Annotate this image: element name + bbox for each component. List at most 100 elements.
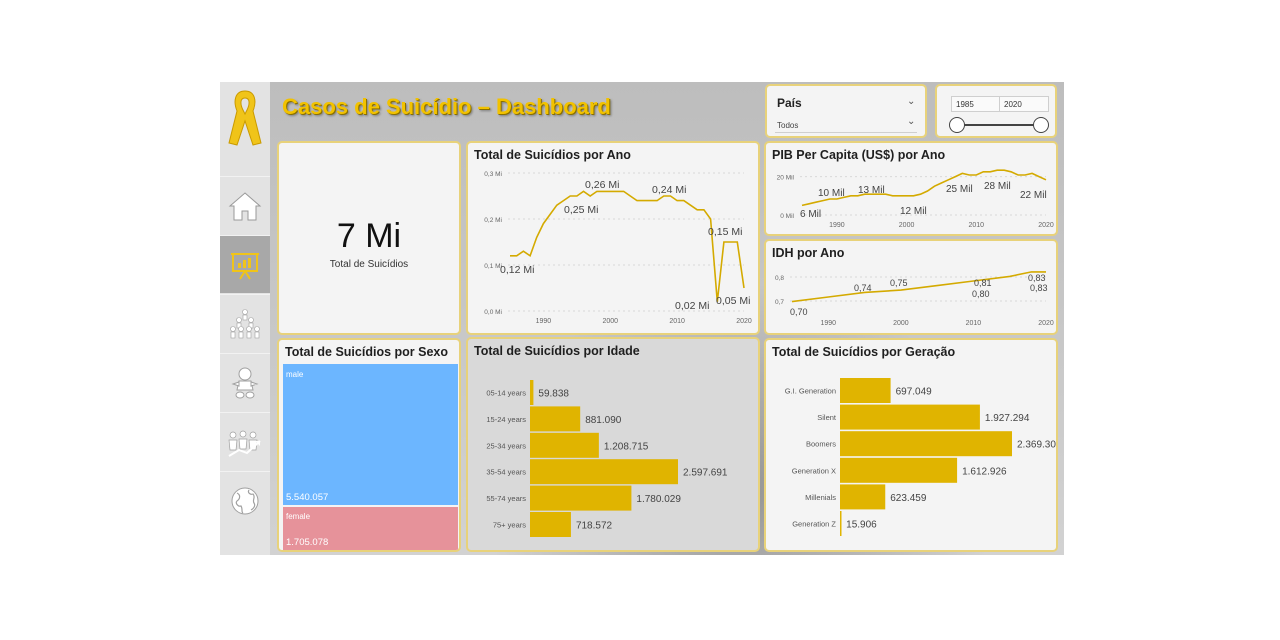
presentation-chart-icon bbox=[231, 252, 259, 280]
treemap-value: 5.540.057 bbox=[286, 492, 329, 503]
bar-chart-age: 05-14 years 59.838 15-24 years 881.090 25-34… bbox=[486, 380, 728, 537]
year-from-input[interactable]: 1985 bbox=[951, 96, 1001, 112]
category-label: 75+ years bbox=[493, 521, 526, 530]
category-label: Generation X bbox=[792, 466, 836, 475]
data-label: 0,81 bbox=[974, 278, 992, 288]
home-icon bbox=[228, 191, 262, 220]
kpi-total-card: 7 Mi Total de Suicídios bbox=[277, 141, 461, 335]
x-tick-label: 2010 bbox=[968, 222, 984, 229]
data-label: 25 Mil bbox=[946, 184, 973, 195]
bar bbox=[530, 432, 599, 458]
category-label: Millenials bbox=[805, 493, 836, 502]
data-label: 0,05 Mi bbox=[716, 295, 750, 307]
x-tick-label: 2010 bbox=[966, 320, 982, 327]
x-tick-label: 2010 bbox=[669, 318, 685, 325]
chart-suicides-by-sex: Total de Suicídios por Sexo male 5.540.0… bbox=[277, 338, 461, 552]
bar bbox=[530, 485, 632, 511]
baby-icon bbox=[231, 367, 259, 398]
country-slicer[interactable]: País ⌄ Todos ⌄ bbox=[765, 84, 927, 138]
population-icon bbox=[230, 308, 260, 338]
y-tick-label: 0,2 Mi bbox=[484, 217, 502, 224]
people-growth-icon bbox=[228, 430, 261, 457]
data-label: 0,83 bbox=[1030, 283, 1048, 293]
bar bbox=[530, 512, 571, 537]
x-tick-label: 2020 bbox=[1038, 222, 1054, 229]
bar bbox=[840, 484, 886, 510]
category-label: Boomers bbox=[806, 440, 836, 449]
year-to-input[interactable]: 2020 bbox=[999, 96, 1049, 112]
bar bbox=[840, 511, 842, 536]
value-label: 718.572 bbox=[576, 521, 613, 532]
country-slicer-value[interactable]: Todos bbox=[777, 121, 798, 130]
dashboard-window: Casos de Suicídio – Dashboard País ⌄ Tod… bbox=[220, 82, 1064, 555]
y-tick-label: 0 Mil bbox=[780, 213, 794, 220]
value-label: 881.090 bbox=[585, 415, 622, 426]
category-label: 15-24 years bbox=[486, 415, 526, 424]
slider-handle-start[interactable] bbox=[949, 117, 965, 133]
y-tick-label: 0,3 Mi bbox=[484, 171, 502, 178]
treemap-cell-female[interactable]: female 1.705.078 bbox=[283, 507, 458, 550]
chart-suicides-by-age: Total de Suicídios por Idade 05-14 years… bbox=[466, 337, 760, 552]
sidebar-item-ribbon bbox=[220, 82, 270, 156]
sidebar-item-generation[interactable] bbox=[220, 412, 270, 470]
value-label: 2.597.691 bbox=[683, 468, 728, 479]
chart-gdp-by-year: PIB Per Capita (US$) por Ano 20 Mil 0 Mil… bbox=[764, 141, 1058, 236]
category-label: Silent bbox=[817, 413, 837, 422]
value-label: 1.927.294 bbox=[985, 413, 1030, 424]
y-tick-label: 0,7 bbox=[775, 299, 784, 306]
data-label: 0,25 Mi bbox=[564, 204, 598, 216]
bar bbox=[840, 457, 958, 483]
data-label: 10 Mil bbox=[818, 188, 845, 199]
value-label: 15.906 bbox=[846, 520, 877, 531]
sidebar-item-overview[interactable] bbox=[220, 235, 270, 293]
sidebar-item-age[interactable] bbox=[220, 353, 270, 411]
y-tick-label: 0,8 bbox=[775, 275, 784, 282]
sidebar-item-home[interactable] bbox=[220, 176, 270, 234]
data-label: 0,15 Mi bbox=[708, 226, 742, 238]
bar bbox=[530, 380, 534, 405]
category-label: 55-74 years bbox=[486, 494, 526, 503]
bar bbox=[530, 459, 678, 485]
line-chart-gdp: 20 Mil 0 Mil 1990 2000 2010 2020 6 Mil 10 Mil 13… bbox=[777, 169, 1054, 229]
slicer-underline bbox=[775, 132, 917, 133]
bar bbox=[840, 378, 891, 403]
line-chart-hdi: 0,80,71990 2000 2010 20200,700,74 0,75 0,810,… bbox=[775, 271, 1054, 327]
value-label: 1.780.029 bbox=[636, 494, 681, 505]
bar bbox=[840, 404, 980, 430]
data-label: 0,24 Mi bbox=[652, 184, 686, 196]
category-label: 05-14 years bbox=[486, 389, 526, 398]
x-tick-label: 2000 bbox=[602, 318, 618, 325]
data-label: 0,12 Mi bbox=[500, 264, 534, 276]
treemap-cell-male[interactable]: male 5.540.057 bbox=[283, 364, 458, 505]
page-title: Casos de Suicídio – Dashboard bbox=[282, 94, 611, 119]
value-label: 623.459 bbox=[890, 493, 927, 504]
sidebar-item-country[interactable] bbox=[220, 471, 270, 529]
treemap-label: female bbox=[286, 512, 311, 521]
x-tick-label: 1990 bbox=[820, 320, 836, 327]
data-label: 0,75 bbox=[890, 278, 908, 288]
chart-hdi-by-year: IDH por Ano 0,8 0,7 1990 2000 2010 2020 0,70 0,… bbox=[764, 239, 1058, 335]
dropdown-chevron-icon[interactable]: ⌄ bbox=[907, 116, 915, 127]
data-label: 6 Mil bbox=[800, 209, 821, 220]
x-tick-label: 1990 bbox=[829, 222, 845, 229]
value-label: 2.369.301 bbox=[1017, 440, 1056, 451]
kpi-value: 7 Mi bbox=[336, 217, 402, 255]
category-label: 35-54 years bbox=[486, 468, 526, 477]
data-label: 22 Mil bbox=[1020, 190, 1047, 201]
bar bbox=[530, 406, 581, 432]
chevron-down-icon[interactable]: ⌄ bbox=[907, 96, 915, 107]
sidebar-item-population[interactable] bbox=[220, 294, 270, 352]
data-label: 0,83 bbox=[1028, 273, 1046, 283]
slider-handle-end[interactable] bbox=[1033, 117, 1049, 133]
value-label: 1.208.715 bbox=[604, 441, 649, 452]
bar-chart-generation: G.I. Generation 697.049 Silent 1.927.294 Boo… bbox=[785, 378, 1056, 536]
x-tick-label: 2020 bbox=[736, 318, 752, 325]
category-label: 25-34 years bbox=[486, 441, 526, 450]
chart-suicides-by-year: Total de Suicídios por Ano 0,3 Mi 0,2 Mi 0… bbox=[466, 141, 760, 335]
globe-icon bbox=[231, 487, 259, 514]
y-tick-label: 20 Mil bbox=[777, 175, 795, 182]
series-line bbox=[510, 190, 745, 302]
year-range-slicer[interactable]: 1985 2020 bbox=[935, 84, 1057, 138]
y-tick-label: 0,0 Mi bbox=[484, 309, 502, 316]
data-label: 13 Mil bbox=[858, 185, 885, 196]
